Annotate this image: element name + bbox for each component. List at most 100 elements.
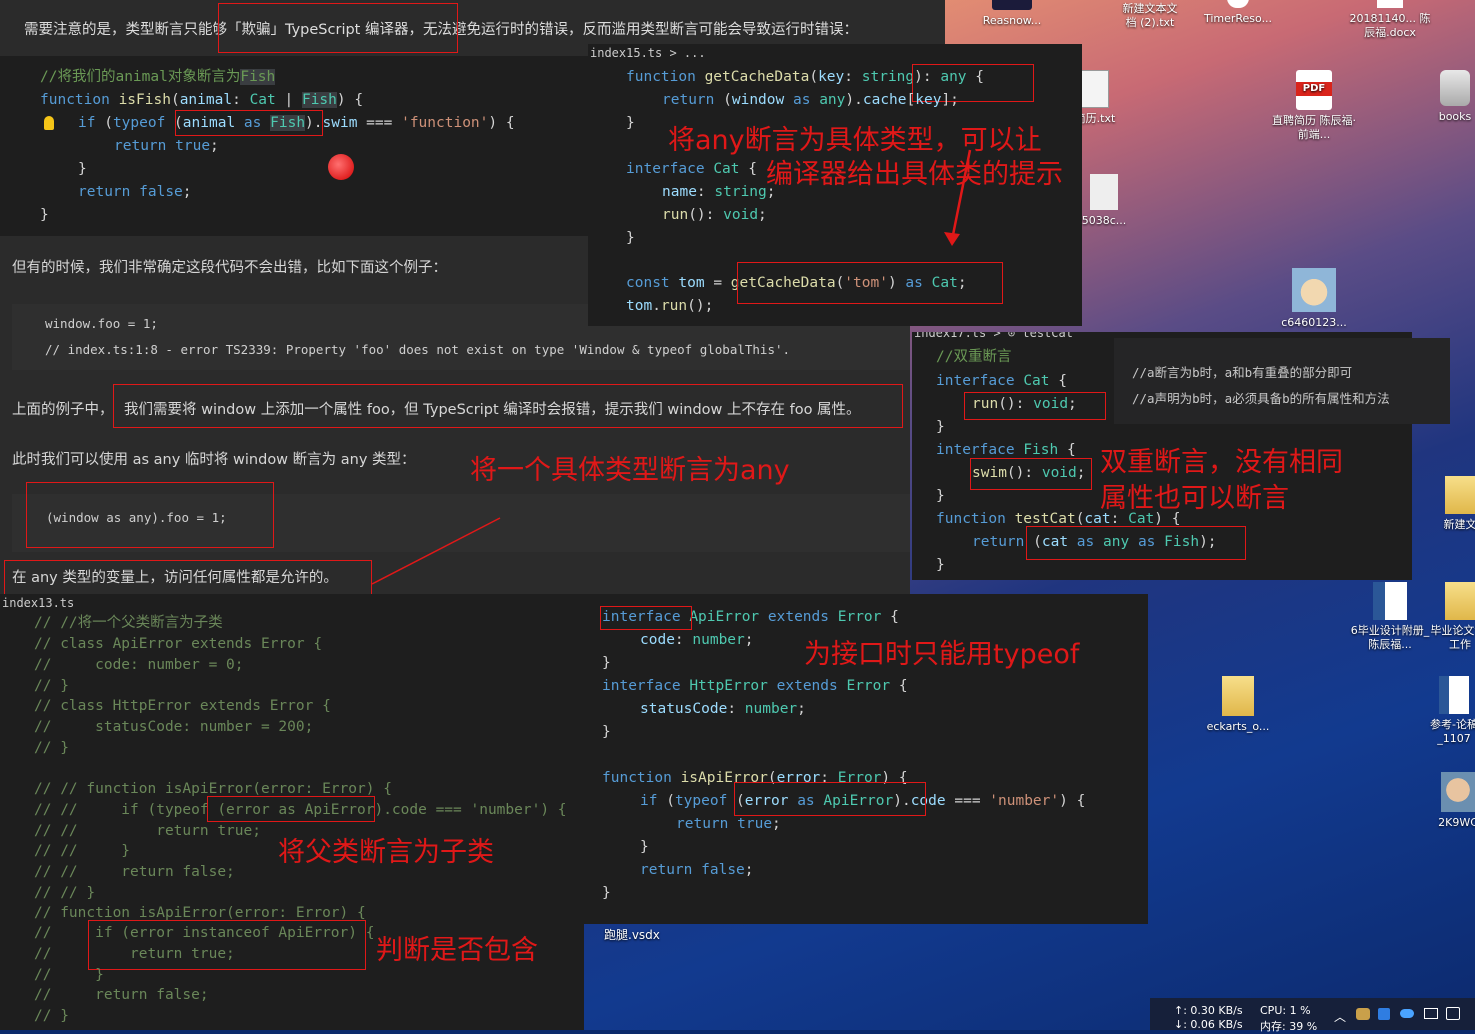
folder-icon [1445,476,1475,514]
highlight-box [88,920,366,970]
annotation-text: 为接口时只能用typeof [804,639,1080,670]
highlight-box [970,458,1092,490]
annotation-text: 判断是否包含 [376,935,538,966]
network-upload: ↑: 0.30 KB/s [1174,1004,1243,1017]
desktop-icon-txt[interactable]: 新建文本文档 (2).txt [1120,2,1180,30]
doc-paragraph-1: 但有的时候，我们非常确定这段代码不会出错，比如下面这个例子： [12,260,447,276]
text-file-icon [1081,70,1109,108]
code-line: interface Cat { [936,373,1067,389]
code-line: return true; [676,816,781,832]
highlight-box [964,392,1106,420]
desktop-icon-thesis[interactable]: 毕业论文计) 工作 [1430,582,1475,652]
code-line: } [936,488,945,504]
desktop-icon-timerreso[interactable]: TimerReso... [1196,0,1280,26]
annotation-text: 将父类断言为子类 [278,837,494,868]
shield-tray-icon[interactable] [1378,1008,1390,1020]
desktop-file-vsdx[interactable]: 跑腿.vsdx [604,926,660,943]
app-icon [992,0,1032,10]
code-line: } [78,161,87,177]
note-line: //a声明为b时，a必须具备b的所有属性和方法 [1132,391,1390,406]
code-line: return false; [640,862,754,878]
code-line: } [936,419,945,435]
code-line: } [40,207,49,223]
word-doc-icon [1373,582,1407,620]
code-line: tom.run(); [626,298,714,314]
desktop-icon-word-appendix[interactable]: 6毕业设计附册_陈辰福... [1348,582,1432,652]
code-line: return true; [114,138,219,154]
code-line: code: number; [640,632,754,648]
code-line: } [602,655,611,671]
wifi-tray-icon[interactable] [1446,1007,1460,1020]
code-line: } [936,557,945,573]
desktop-icon-books[interactable]: books [1420,70,1475,124]
desktop-icon-eckarts[interactable]: eckarts_o... [1196,676,1280,734]
lightbulb-icon[interactable] [44,116,54,130]
annotation-text: 双重断言，没有相同 [1100,447,1343,478]
highlight-box [4,560,372,596]
desktop-icon-pdf-resume[interactable]: PDF 直聘简历 陈辰福·前端... [1272,70,1356,142]
code-line: } [626,230,635,246]
code-line: return (window as any).cache[key]; [662,92,959,108]
code-comment: // } [34,1008,69,1024]
notes-panel: //a断言为b时，a和b有重叠的部分即可 //a声明为b时，a必须具备b的所有属… [1114,338,1450,424]
desktop-icon-2k9wc[interactable]: 2K9WC [1428,772,1475,830]
desktop-icon-cat-image[interactable]: c6460123... [1272,268,1356,330]
note-line: //a断言为b时，a和b有重叠的部分即可 [1132,365,1353,380]
code-comment: // } [34,740,69,756]
editor-tab[interactable]: index17.ts > ⊙ testCat [914,332,1073,340]
doc-paragraph-3: 此时我们可以使用 as any 临时将 window 断言为 any 类型： [12,452,416,468]
chevron-up-icon[interactable]: ︿ [1334,1008,1346,1025]
highlight-box [737,262,1003,304]
code-comment: //双重断言 [936,349,1012,365]
desktop-icon-new-folder[interactable]: 新建文 [1430,476,1475,532]
highlight-box [113,384,903,428]
face-photo-icon [1441,772,1475,812]
monitor-tray-icon[interactable] [1424,1008,1438,1019]
memory-usage: 内存: 39 % [1260,1020,1318,1033]
annotation-text: 编译器给出具体类的提示 [766,159,1063,190]
folder-icon [1445,582,1475,620]
code-comment: // // } [34,843,131,859]
annotation-text: 属性也可以断言 [1100,483,1289,514]
code-line: return false; [78,184,192,200]
clock-icon [1227,0,1249,8]
image-file-icon [1090,174,1118,210]
editor-tab[interactable]: index15.ts > ... [590,46,706,60]
desktop-icon-reasnow[interactable]: Reasnow... [970,0,1054,28]
code-line: } [602,885,611,901]
editor-tab[interactable]: index13.ts [2,596,74,610]
highlight-box [1026,526,1246,560]
code-comment: // code: number = 0; [34,657,244,673]
code-line: run(): void; [662,207,767,223]
code-comment: //将我们的animal对象断言为Fish [40,69,276,85]
code-comment: // return false; [34,987,209,1003]
code-line: } [626,115,635,131]
cat-tray-icon[interactable] [1356,1008,1370,1020]
code-line: name: string; [662,184,776,200]
folder-icon [1222,676,1254,716]
code-comment: // class ApiError extends Error { [34,636,323,652]
cloud-tray-icon[interactable] [1400,1009,1414,1018]
highlight-box [218,3,458,53]
code-comment: // // return false; [34,864,235,880]
code-line: interface Cat { [626,161,757,177]
desktop-icon-5038c[interactable]: 5038c... [1074,174,1134,228]
code-comment: // class HttpError extends Error { [34,698,331,714]
network-download: ↓: 0.06 KB/s [1174,1018,1243,1031]
desktop-icon-reference-draft[interactable]: 参考-论稿_1107 [1424,676,1475,746]
pdf-icon: PDF [1296,70,1332,110]
desktop-icon-docx[interactable]: 20181140... 陈辰福.docx [1348,0,1432,40]
database-icon [1440,70,1470,106]
highlight-box [207,796,375,822]
code-line: statusCode: number; [640,701,806,717]
word-doc-icon [1377,0,1403,8]
taskbar-tray: ↑: 0.30 KB/s ↓: 0.06 KB/s CPU: 1 % 内存: 3… [1150,998,1475,1033]
code-comment: // statusCode: number = 200; [34,719,314,735]
annotation-text: 将一个具体类型断言为any [470,455,790,486]
highlight-box [600,606,692,630]
highlight-box [26,482,274,548]
cat-photo-icon [1292,268,1336,312]
code-line: } [602,724,611,740]
code-line: window.foo = 1; [45,316,158,331]
cursor-dot-icon [328,154,354,180]
